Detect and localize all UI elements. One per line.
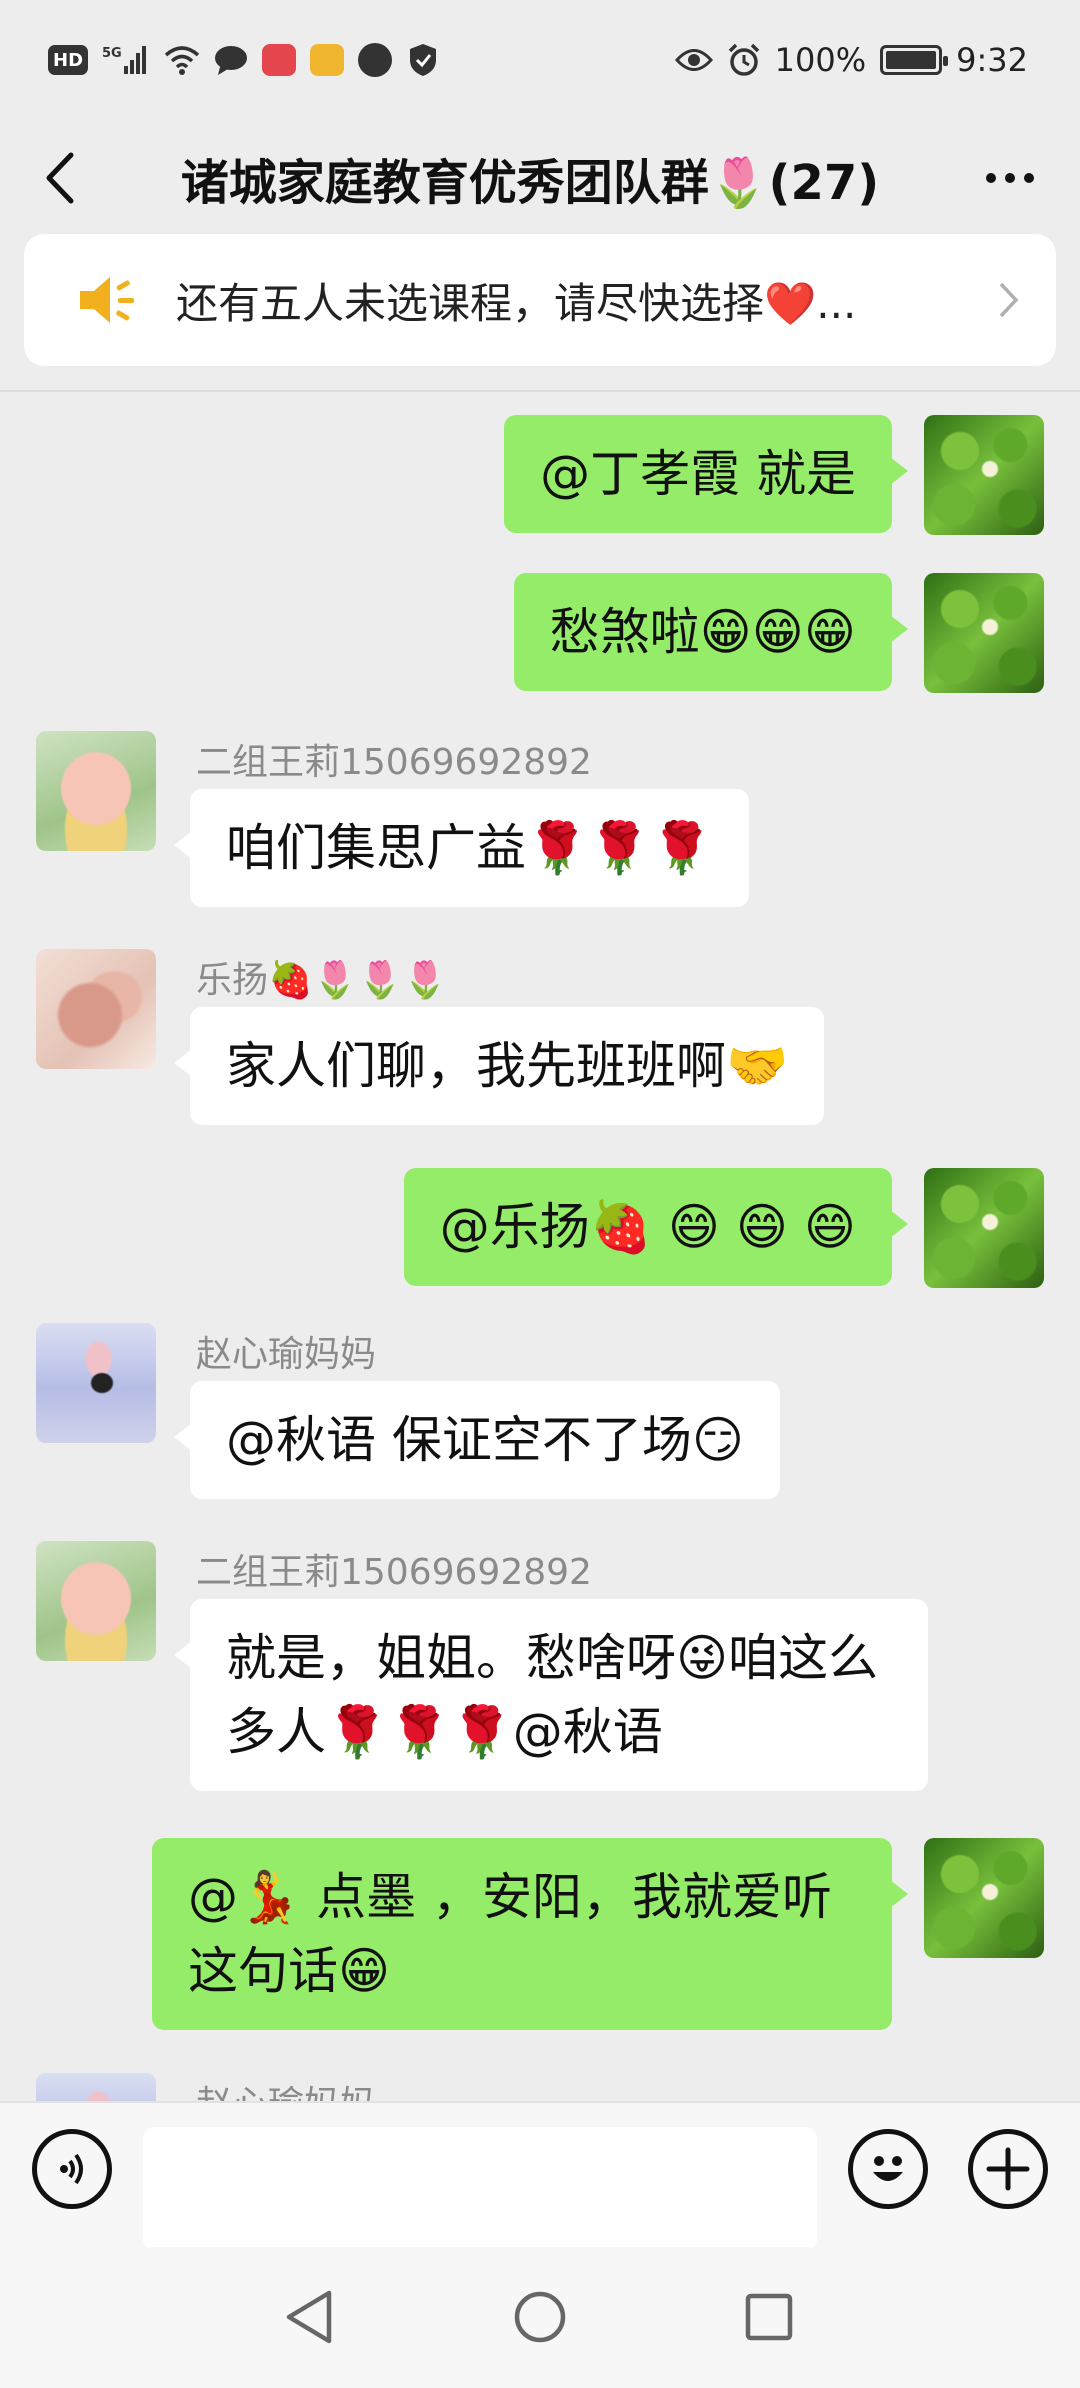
voice-icon [60, 2153, 83, 2185]
self-avatar[interactable] [924, 1168, 1044, 1288]
sender-avatar[interactable] [36, 2073, 156, 2101]
sender-name: 二组王莉15069692892 [196, 742, 592, 783]
svg-text:5G: 5G [102, 46, 122, 61]
emoji-icon [873, 2156, 903, 2181]
message-bubble[interactable]: 家人们聊，我先班班啊🤝 [173, 1007, 825, 1125]
sender-avatar[interactable] [36, 949, 156, 1069]
message-other: 赵心瑜妈妈 [0, 2073, 1080, 2101]
plus-button[interactable] [968, 2129, 1048, 2209]
status-bar: HD 5G 100% 9:32 [0, 0, 1080, 120]
chevron-right-icon [999, 282, 1019, 318]
more-dot [1005, 172, 1015, 183]
group-notice-banner[interactable]: 还有五人未选课程，请尽快选择❤️... [24, 234, 1056, 366]
message-input[interactable] [143, 2127, 817, 2251]
more-dot [1024, 172, 1034, 183]
message-self: @乐扬🍓 😄 😄 😄 [0, 1168, 1080, 1292]
message-bubble[interactable]: @💃 点墨 ，安阳，我就爱听这句话😁 [152, 1838, 908, 2030]
sender-avatar[interactable] [36, 731, 156, 851]
message-list[interactable]: @丁孝霞 就是 愁煞啦😁😁😁 二组王莉15069692892 咱们集思广益🌹🌹🌹… [0, 393, 1080, 2101]
message-self: @丁孝霞 就是 [0, 415, 1080, 539]
more-button[interactable] [970, 138, 1050, 218]
message-bubble[interactable]: @乐扬🍓 😄 😄 😄 [403, 1168, 909, 1286]
message-other: 赵心瑜妈妈 @秋语 保证空不了场😏 [0, 1323, 1080, 1513]
divider [0, 390, 1080, 392]
message-self: 愁煞啦😁😁😁 [0, 573, 1080, 697]
alarm-icon [727, 43, 761, 77]
sender-avatar[interactable] [36, 1323, 156, 1443]
nav-recent-icon [745, 2293, 793, 2341]
message-bubble[interactable]: 咱们集思广益🌹🌹🌹 [174, 789, 749, 907]
red-app-icon [262, 44, 297, 76]
nav-recent-button[interactable] [724, 2272, 814, 2362]
wifi-icon [164, 43, 200, 77]
back-button[interactable] [30, 138, 90, 218]
status-right-icons: 100% 9:32 [674, 41, 1028, 79]
chat-header: 诸城家庭教育优秀团队群🌷(27) [0, 120, 1080, 235]
message-other: 二组王莉15069692892 就是，姐姐。愁啥呀😜咱这么多人🌹🌹🌹@秋语 [0, 1541, 1080, 1803]
nav-home-button[interactable] [495, 2272, 585, 2362]
battery-fill [886, 51, 937, 69]
sender-name: 赵心瑜妈妈 [196, 2075, 376, 2101]
sender-name: 乐扬🍓🌷🌷🌷 [196, 960, 448, 1001]
yellow-app-icon [310, 44, 345, 76]
chat-title: 诸城家庭教育优秀团队群🌷(27) [180, 154, 880, 211]
message-other: 二组王莉15069692892 咱们集思广益🌹🌹🌹 [0, 731, 1080, 921]
shield-icon [406, 43, 440, 77]
eye-icon [674, 43, 713, 77]
self-avatar[interactable] [924, 415, 1044, 535]
speaker-icon [80, 277, 134, 323]
message-other: 乐扬🍓🌷🌷🌷 家人们聊，我先班班啊🤝 [0, 949, 1080, 1139]
5g-signal-icon: 5G [102, 43, 150, 77]
globe-icon [358, 43, 393, 77]
nav-back-button[interactable] [264, 2272, 354, 2362]
nav-home-icon [514, 2291, 566, 2343]
message-bubble[interactable]: 就是，姐姐。愁啥呀😜咱这么多人🌹🌹🌹@秋语 [174, 1599, 928, 1791]
message-bubble[interactable]: @丁孝霞 就是 [504, 415, 908, 533]
status-left-icons: HD 5G [48, 43, 440, 77]
message-self: @💃 点墨 ，安阳，我就爱听这句话😁 [0, 1838, 1080, 2038]
back-arrow-icon [46, 152, 74, 203]
emoji-button[interactable] [848, 2129, 928, 2209]
nav-back-icon [286, 2290, 332, 2344]
hd-icon: HD [48, 45, 89, 75]
chat-bubble-icon [214, 43, 248, 77]
plus-icon [986, 2147, 1030, 2191]
self-avatar[interactable] [924, 573, 1044, 693]
sender-name: 赵心瑜妈妈 [196, 1334, 377, 1375]
battery-icon [880, 45, 949, 75]
chat-input-bar [0, 2101, 1080, 2251]
message-bubble[interactable]: 愁煞啦😁😁😁 [513, 573, 909, 691]
voice-button[interactable] [32, 2129, 112, 2209]
sender-name: 二组王莉15069692892 [196, 1552, 592, 1593]
clock-time: 9:32 [956, 41, 1028, 79]
more-dots-icon [986, 172, 996, 183]
system-navigation-bar [0, 2247, 1080, 2388]
message-bubble[interactable]: @秋语 保证空不了场😏 [173, 1381, 781, 1499]
notice-text: 还有五人未选课程，请尽快选择❤️... [176, 278, 857, 328]
sender-avatar[interactable] [36, 1541, 156, 1661]
battery-percent: 100% [774, 41, 867, 79]
self-avatar[interactable] [924, 1838, 1044, 1958]
